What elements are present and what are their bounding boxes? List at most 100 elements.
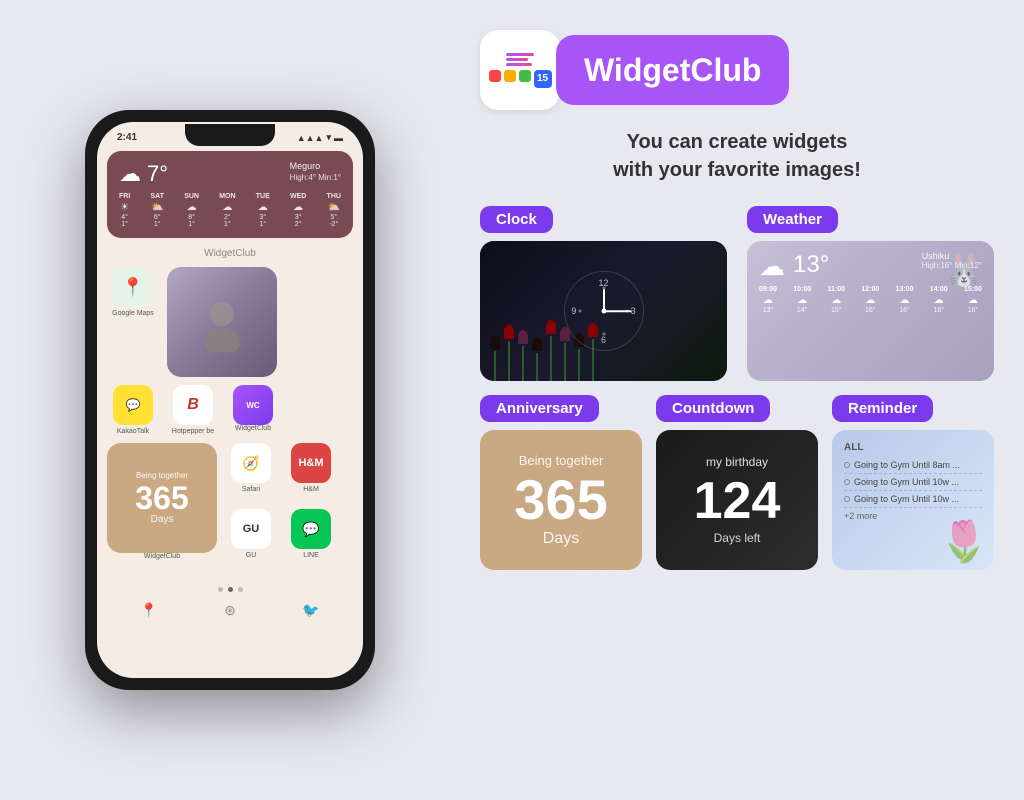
weather-location: Ushiku xyxy=(922,251,982,261)
wifi-icon: ▾ xyxy=(326,132,331,143)
hm-icon: H&M xyxy=(291,443,331,483)
bottom-widget-row: Anniversary Being together 365 Days Coun… xyxy=(480,395,994,570)
anniversary-section: Anniversary Being together 365 Days xyxy=(480,395,642,570)
phone-anni-label: Being together xyxy=(136,471,188,480)
clock-face: 12 3 6 9 xyxy=(564,271,644,351)
clock-preview: 12 3 6 9 xyxy=(480,241,727,381)
phone-weather-cloud-icon: ☁ xyxy=(119,161,141,187)
maps-label: Google Maps xyxy=(112,310,154,317)
top-widget-row: Clock 12 3 6 xyxy=(480,206,994,381)
app-row-2: 💬 KakaoTalk B Hotpepper be WC WidgetClub xyxy=(107,385,353,435)
countdown-days-left: Days left xyxy=(694,531,781,545)
app-name-text: WidgetClub xyxy=(584,52,761,89)
signal-icon: ▲▲▲ xyxy=(297,133,324,143)
tab-home-icon: ⊛ xyxy=(224,602,236,619)
logo-dot-yellow xyxy=(504,70,516,82)
logo-dot-red xyxy=(489,70,501,82)
clock-dot-2 xyxy=(602,333,605,336)
weather-cloud-icon: ☁ xyxy=(759,251,785,282)
app-line[interactable]: 💬 LINE xyxy=(285,509,337,559)
weather-preview: 🐰 ☁ 13° Ushiku High:16° Min:12° 09: xyxy=(747,241,994,381)
app-maps[interactable]: 📍 Google Maps xyxy=(107,267,159,317)
weather-hilow: High:16° Min:12° xyxy=(922,261,982,270)
clock-dot-3 xyxy=(579,310,582,313)
phone-widgetclub-label: WidgetClub xyxy=(107,248,353,259)
hotpepper-label: Hotpepper be xyxy=(172,428,214,435)
safari-icon: 🧭 xyxy=(231,443,271,483)
phone-anni-days-label: Days xyxy=(151,514,174,525)
weather-forecast-row: 09:00☁13° 10:00☁14° 11:00☁15° 12:00☁16° … xyxy=(759,286,982,314)
dot-1 xyxy=(218,587,223,592)
phone-content: ☁ 7° Meguro High:4° Min:1° FRI☀4°1° SAT⛅… xyxy=(97,147,363,579)
line-icon: 💬 xyxy=(291,509,331,549)
app-kakao[interactable]: 💬 KakaoTalk xyxy=(107,385,159,435)
weather-right-info: Ushiku High:16° Min:12° xyxy=(922,251,982,270)
clock-num-6: 6 xyxy=(601,335,606,345)
phone-weather-temp: 7° xyxy=(147,161,168,187)
phone-anni-block: Being together 365 Days xyxy=(107,443,217,553)
kakao-icon: 💬 xyxy=(113,385,153,425)
phone-bottom-tabs: 📍 ⊛ 🐦 xyxy=(97,596,363,623)
dot-3 xyxy=(238,587,243,592)
logo-number: 15 xyxy=(534,70,552,88)
dot-2-active xyxy=(228,587,233,592)
app-safari[interactable]: 🧭 Safari xyxy=(225,443,277,493)
phone-mockup-panel: 2:41 ▲▲▲ ▾ ▬ ☁ 7° Meguro xyxy=(0,0,460,800)
maps-icon: 📍 xyxy=(113,267,153,307)
clock-widget-section: Clock 12 3 6 xyxy=(480,206,727,381)
app-hm[interactable]: H&M H&M xyxy=(285,443,337,493)
clock-center-dot xyxy=(601,309,606,314)
weather-tag: Weather xyxy=(747,206,838,233)
phone-anni-app-label: WidgetClub xyxy=(144,553,180,560)
countdown-label: my birthday xyxy=(694,455,781,469)
reminder-dot-1 xyxy=(844,462,850,468)
app-row-1: 📍 Google Maps xyxy=(107,267,353,377)
tagline: You can create widgets with your favorit… xyxy=(480,128,994,184)
app-hotpepper[interactable]: B Hotpepper be xyxy=(167,385,219,435)
logo-line-2 xyxy=(506,58,528,61)
reminder-dot-2 xyxy=(844,479,850,485)
logo-line-1 xyxy=(506,53,534,56)
phone-weather-widget: ☁ 7° Meguro High:4° Min:1° FRI☀4°1° SAT⛅… xyxy=(107,151,353,238)
anni-together-label: Being together xyxy=(514,453,607,468)
app-name-block: WidgetClub xyxy=(556,35,789,105)
clock-tag: Clock xyxy=(480,206,553,233)
reminder-item-3: Going to Gym Until 10w ... xyxy=(844,491,982,508)
app-widgetclub[interactable]: WC WidgetClub xyxy=(227,385,279,432)
gu-label: GU xyxy=(246,552,257,559)
sub-app-row-1: 🧭 Safari H&M H&M xyxy=(225,443,337,493)
widgetclub-phone-label: WidgetClub xyxy=(235,425,271,432)
tagline-line2: with your favorite images! xyxy=(613,159,861,181)
status-icons: ▲▲▲ ▾ ▬ xyxy=(297,132,343,143)
phone-weather-hilow: High:4° Min:1° xyxy=(290,173,341,182)
phone-weather-location: Meguro xyxy=(290,161,341,171)
hm-label: H&M xyxy=(303,486,319,493)
app-header: 15 WidgetClub xyxy=(480,30,994,110)
reminder-all-label: ALL xyxy=(844,442,982,453)
app-gu[interactable]: GU GU xyxy=(225,509,277,559)
phone-anni-days: 365 xyxy=(135,482,188,514)
safari-label: Safari xyxy=(242,486,260,493)
weather-temp-large: 13° xyxy=(793,251,829,279)
reminder-item-1: Going to Gym Until 8am ... xyxy=(844,457,982,474)
kakao-label: KakaoTalk xyxy=(117,428,149,435)
reminder-preview: 🌷 ALL Going to Gym Until 8am ... Going t… xyxy=(832,430,994,570)
side-app-column: 🧭 Safari H&M H&M GU GU xyxy=(225,443,337,567)
tagline-line1: You can create widgets xyxy=(627,131,848,153)
logo-dot-green xyxy=(519,70,531,82)
page-dots xyxy=(97,587,363,592)
weather-top-row: ☁ 13° Ushiku High:16° Min:12° xyxy=(759,251,982,282)
anni-number: 365 xyxy=(514,472,607,528)
countdown-preview: my birthday 124 Days left xyxy=(656,430,818,570)
anniversary-preview: Being together 365 Days xyxy=(480,430,642,570)
app-row-3: Being together 365 Days WidgetClub 🧭 Saf… xyxy=(107,443,353,567)
anni-content: Being together 365 Days xyxy=(514,453,607,548)
reminder-tag: Reminder xyxy=(832,395,933,422)
weather-widget-content: ☁ 13° Ushiku High:16° Min:12° 09:00☁13° … xyxy=(747,241,994,324)
battery-icon: ▬ xyxy=(334,133,343,143)
sub-app-row-2: GU GU 💬 LINE xyxy=(225,509,337,559)
anniversary-tag: Anniversary xyxy=(480,395,599,422)
flowers-decoration: 🌷 xyxy=(939,518,989,565)
phone-screen: 2:41 ▲▲▲ ▾ ▬ ☁ 7° Meguro xyxy=(97,122,363,678)
phone-forecast: FRI☀4°1° SAT⛅6°1° SUN☁8°1° MON☁2°1° TUE☁… xyxy=(119,193,341,228)
